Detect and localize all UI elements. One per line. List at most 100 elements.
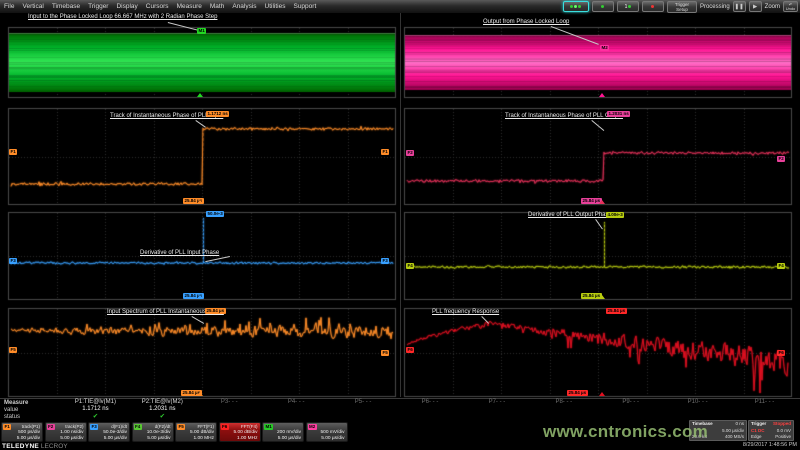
trigger-position-marker xyxy=(197,392,203,396)
trigger-position-marker xyxy=(599,93,605,97)
trace-vscale: 500 mV/div xyxy=(321,430,345,435)
play-button[interactable]: ▶ xyxy=(749,1,762,12)
measure-param-name: P8- - - xyxy=(530,399,597,405)
trace-badge: F5 xyxy=(381,350,389,356)
timebase-summary-box[interactable]: Timebase 0 ns 5.00 µs/div 20.0 kS 400 MS… xyxy=(689,420,747,441)
menu-item-vertical[interactable]: Vertical xyxy=(18,3,47,10)
trace-hscale: 5.00 µs/div xyxy=(17,436,40,441)
measure-column[interactable]: P1:TIE@lv(M1)1.1712 ns✔ xyxy=(62,399,129,421)
undo-label: Undo xyxy=(786,7,796,11)
trace-tab: F6 xyxy=(221,424,229,430)
trace-descriptor-f5[interactable]: F5FFT(F1)5.00 dB/div1.00 MHz xyxy=(175,422,217,442)
panel-label: Track of Instantaneous Phase of PLL Outp… xyxy=(505,113,623,119)
menu-item-math[interactable]: Math xyxy=(206,3,228,10)
measure-row-label: status xyxy=(4,414,20,420)
timebase-samples: 20.0 kS xyxy=(692,434,707,441)
trace-badge: F4 xyxy=(406,263,414,269)
menu-item-display[interactable]: Display xyxy=(112,3,141,10)
trigger-position-marker xyxy=(599,392,605,396)
trace-hscale: 1.00 MHz xyxy=(237,436,258,441)
trace-descriptor-f4[interactable]: F4d(F2)/dt10.0e-3/div5.00 µs/div xyxy=(132,422,174,442)
datetime-label: 8/29/2017 1:48:56 PM xyxy=(743,442,797,448)
trace-one-button[interactable]: 1 xyxy=(617,1,639,12)
trace-badge: 1.2031 ns xyxy=(607,111,630,117)
one-label: 1 xyxy=(625,4,628,10)
measure-column[interactable]: P4- - - xyxy=(263,399,330,421)
processing-label: Processing xyxy=(700,4,730,10)
measure-column[interactable]: P9- - - xyxy=(597,399,664,421)
display-grid-button[interactable] xyxy=(563,1,589,12)
panel-label: PLL frequency Response xyxy=(432,309,499,315)
measure-column[interactable]: P10- - - xyxy=(664,399,731,421)
trace-vscale: 10.0e-3/div xyxy=(147,430,171,435)
menu-item-utilities[interactable]: Utilities xyxy=(261,3,290,10)
measure-param-name: P9- - - xyxy=(597,399,664,405)
menu-item-analysis[interactable]: Analysis xyxy=(228,3,260,10)
trace-badge: M1 xyxy=(197,28,206,34)
trace-title: FFT(F1) xyxy=(198,424,215,429)
measure-param-name: P4- - - xyxy=(263,399,330,405)
menu-item-file[interactable]: File xyxy=(0,3,18,10)
trace-descriptor-f2[interactable]: F2track(P2)1.00 ns/div5.00 µs/div xyxy=(45,422,87,442)
undo-button[interactable]: ↶ Undo xyxy=(783,1,798,12)
toolbar: 1 Trigger Setup Processing ❚❚ ▶ Zoom ↶ U… xyxy=(563,0,798,13)
trace-tab: F2 xyxy=(47,424,55,430)
trace-hscale: 5.00 µs/div xyxy=(104,436,127,441)
trace-title: d(F1)/dt xyxy=(111,424,127,429)
trigger-setup-button[interactable]: Trigger Setup xyxy=(667,1,697,13)
trigger-setup-label-2: Setup xyxy=(676,7,688,12)
oscilloscope-screen: FileVerticalTimebaseTriggerDisplayCursor… xyxy=(0,0,800,450)
trigger-slope: Positive xyxy=(775,434,791,441)
measure-column[interactable]: P8- - - xyxy=(530,399,597,421)
trace-descriptor-f1[interactable]: F1track(P1)500 ps/div5.00 µs/div xyxy=(1,422,43,442)
record-button[interactable] xyxy=(642,1,664,12)
measure-column[interactable]: P3- - - xyxy=(196,399,263,421)
measure-param-name: P11- - - xyxy=(731,399,798,405)
trace-vscale: 200 mV/div xyxy=(277,430,301,435)
menu-bar: FileVerticalTimebaseTriggerDisplayCursor… xyxy=(0,0,800,13)
menu-item-cursors[interactable]: Cursors xyxy=(142,3,173,10)
trigger-type: Edge xyxy=(751,434,762,441)
measure-column[interactable]: P6- - - xyxy=(397,399,464,421)
measure-table: MeasurevaluestatusP1:TIE@lv(M1)1.1712 ns… xyxy=(0,399,800,421)
green-dot-icon xyxy=(578,5,581,8)
measure-row-label: value xyxy=(4,407,18,413)
menu-items: FileVerticalTimebaseTriggerDisplayCursor… xyxy=(0,3,320,10)
brand-lecroy: LECROY xyxy=(41,443,68,450)
trace-descriptor-f6[interactable]: F6FFT(F4)5.00 dB/div1.00 MHz xyxy=(219,422,261,442)
menu-item-timebase[interactable]: Timebase xyxy=(48,3,84,10)
trace-badge: 25.84 µs xyxy=(205,308,226,314)
measure-param-name: P5- - - xyxy=(330,399,397,405)
trace-vscale: 500 ps/div xyxy=(18,430,40,435)
timebase-rate: 400 MS/s xyxy=(725,434,744,441)
menu-item-support[interactable]: Support xyxy=(289,3,320,10)
trace-badge: M2 xyxy=(600,45,609,51)
measure-status-check: ✔ xyxy=(129,412,196,420)
trace-descriptor-f3[interactable]: F3d(F1)/dt50.0e-3/div5.00 µs/div xyxy=(88,422,130,442)
zoom-label: Zoom xyxy=(765,4,780,10)
trace-hscale: 5.00 µs/div xyxy=(278,436,301,441)
trace-descriptor-m1[interactable]: M1200 mV/div5.00 µs/div xyxy=(262,422,304,442)
trace-badge: F6 xyxy=(406,347,414,353)
red-dot-icon xyxy=(651,5,654,8)
trace-badge: F4 xyxy=(777,263,785,269)
measure-column[interactable]: P2:TIE@lv(M2)1.2031 ns✔ xyxy=(129,399,196,421)
menu-item-measure[interactable]: Measure xyxy=(173,3,206,10)
measure-column[interactable]: P5- - - xyxy=(330,399,397,421)
measure-column[interactable]: P7- - - xyxy=(463,399,530,421)
trigger-summary-box[interactable]: Trigger Stopped C1 DC 0.0 mV Edge Positi… xyxy=(748,420,794,441)
trace-tab: F1 xyxy=(3,424,11,430)
measure-param-name: P2:TIE@lv(M2) xyxy=(129,399,196,405)
measure-column[interactable]: P11- - - xyxy=(731,399,798,421)
menu-item-trigger[interactable]: Trigger xyxy=(84,3,112,10)
trace-badge: F3 xyxy=(381,258,389,264)
column-divider xyxy=(400,13,401,397)
trace-badge: F2 xyxy=(777,156,785,162)
trigger-position-marker xyxy=(599,200,605,204)
panel-label: Input to the Phase Locked Loop 66.667 MH… xyxy=(28,14,217,20)
trace-title: d(F2)/dt xyxy=(155,424,171,429)
trace-descriptor-m2[interactable]: M2500 mV/div5.00 µs/div xyxy=(306,422,348,442)
pause-button[interactable]: ❚❚ xyxy=(733,1,746,12)
measure-columns: P1:TIE@lv(M1)1.1712 ns✔P2:TIE@lv(M2)1.20… xyxy=(62,399,798,421)
trace-toggle-button[interactable] xyxy=(592,1,614,12)
